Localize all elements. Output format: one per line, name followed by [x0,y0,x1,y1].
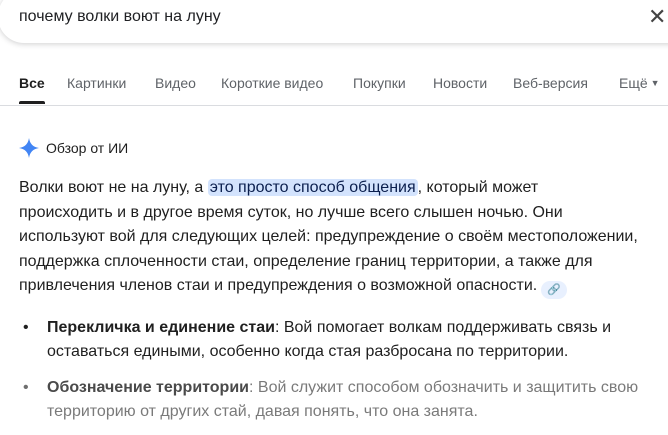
ai-overview-bullets: Перекличка и единение стаи: Вой помогает… [19,316,659,435]
ai-overview-header: Обзор от ИИ [19,138,128,158]
tab-more[interactable]: Ещё ▼ [619,75,660,91]
summary-line: привлечения членов стаи и предупреждения… [19,274,659,300]
tab-short-video[interactable]: Короткие видео [221,75,323,91]
tab-images[interactable]: Картинки [67,75,126,91]
highlighted-phrase[interactable]: это просто способ общения [207,179,418,196]
sparkle-icon [19,138,39,158]
tab-video[interactable]: Видео [155,75,196,91]
tab-news[interactable]: Новости [433,75,487,91]
summary-line: используют вой для следующих целей: пред… [19,228,638,246]
summary-line: происходить и в другое время суток, но л… [19,203,563,221]
search-tabs: Все Картинки Видео Короткие видео Покупк… [0,74,668,106]
list-item: Обозначение территории: Вой служит спосо… [19,376,659,425]
text: Волки воют не на луну, а [19,179,208,196]
bullet-title: Обозначение территории [47,378,249,396]
summary-line: поддержка сплоченности стаи, определение… [19,252,593,270]
close-icon[interactable]: ✕ [648,4,666,30]
caret-down-icon: ▼ [650,78,660,88]
ai-overview-summary: Волки воют не на луну, а это просто спос… [19,176,659,300]
tab-web[interactable]: Веб-версия [513,75,588,91]
tab-shopping[interactable]: Покупки [353,75,406,91]
bullet-title: Перекличка и единение стаи [47,319,275,336]
search-box[interactable]: почему волки воют на луну ✕ [0,0,668,43]
tab-all[interactable]: Все [19,75,45,104]
text: привлечения членов стаи и предупреждения… [19,277,538,295]
search-input[interactable]: почему волки воют на луну [19,8,221,26]
summary-line: Волки воют не на луну, а это просто спос… [19,176,659,201]
link-icon[interactable]: 🔗 [541,281,568,300]
ai-overview-title: Обзор от ИИ [46,140,129,156]
list-item: Перекличка и единение стаи: Вой помогает… [19,316,659,365]
text: , который может [417,179,539,196]
tab-more-label: Ещё [619,75,648,91]
